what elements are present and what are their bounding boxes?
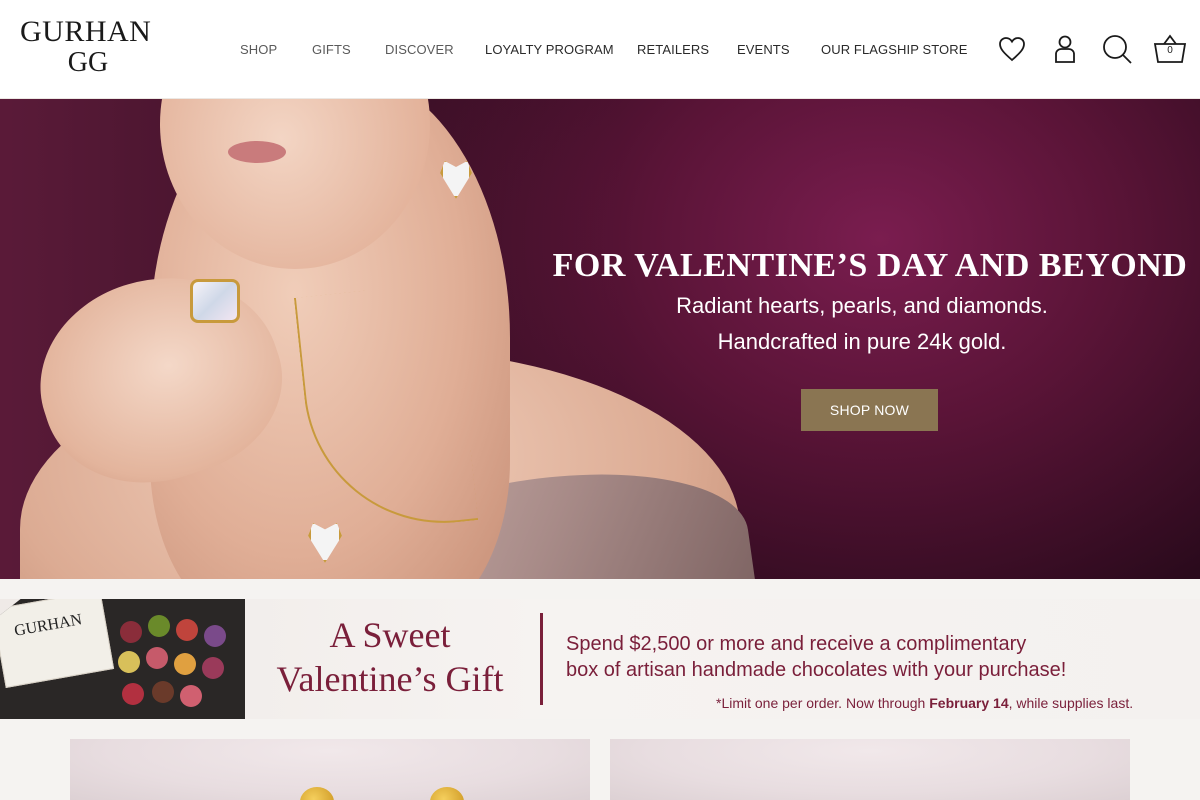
chocolate-piece (176, 619, 198, 641)
brand-logo[interactable]: GURHAN GG (20, 16, 170, 84)
product-card-earrings[interactable] (70, 739, 590, 800)
nav-item-gifts[interactable]: GIFTS (312, 42, 351, 57)
promo-fine-print: *Limit one per order. Now through Februa… (716, 695, 1133, 711)
chocolate-piece (202, 657, 224, 679)
promo-fine-print-date: February 14 (929, 695, 1009, 711)
wishlist-button[interactable] (994, 30, 1030, 68)
hero-subtitle-line1: Radiant hearts, pearls, and diamonds. (676, 293, 1048, 318)
product-card-second[interactable] (610, 739, 1130, 800)
promo-offer-line1: Spend $2,500 or more and receive a compl… (566, 633, 1027, 655)
shop-now-button[interactable]: SHOP NOW (801, 389, 938, 431)
promo-heading: A Sweet Valentine’s Gift (250, 613, 530, 701)
search-icon (1103, 35, 1132, 64)
nav-item-loyalty-program[interactable]: LOYALTY PROGRAM (485, 42, 614, 57)
promo-fine-print-suffix: , while supplies last. (1008, 695, 1134, 711)
hero-title: FOR VALENTINE’S DAY AND BEYOND (552, 247, 1188, 284)
chocolate-piece (174, 653, 196, 675)
chocolate-piece (148, 615, 170, 637)
promo-heading-line1: A Sweet (329, 615, 451, 655)
brand-wordmark: GURHAN (20, 15, 152, 48)
chocolate-piece (118, 651, 140, 673)
hero-subtitle-line2: Handcrafted in pure 24k gold. (717, 329, 1007, 354)
hero-model-lips (228, 141, 286, 163)
chocolate-piece (120, 621, 142, 643)
nav-item-discover[interactable]: DISCOVER (385, 42, 454, 57)
ring-jewel (190, 279, 240, 323)
site-header: GURHAN GG SHOP GIFTS DISCOVER LOYALTY PR… (0, 0, 1200, 99)
gold-earring-image (430, 787, 464, 800)
chocolate-box-lid (0, 599, 115, 688)
nav-item-flagship-store[interactable]: OUR FLAGSHIP STORE (821, 42, 968, 57)
nav-item-shop[interactable]: SHOP (240, 42, 277, 57)
chocolate-piece (204, 625, 226, 647)
chocolate-piece (146, 647, 168, 669)
nav-item-events[interactable]: EVENTS (737, 42, 790, 57)
hero-banner: FOR VALENTINE’S DAY AND BEYOND Radiant h… (0, 99, 1200, 579)
promo-offer-line2: box of artisan handmade chocolates with … (566, 659, 1067, 681)
search-button[interactable] (1099, 30, 1135, 68)
account-button[interactable] (1047, 30, 1083, 68)
gold-earring-image (300, 787, 334, 800)
cart-count-badge: 0 (1167, 45, 1173, 56)
brand-monogram: GG (67, 47, 109, 78)
chocolate-box-image: GURHAN (0, 599, 245, 719)
cart-button[interactable]: 0 (1152, 30, 1188, 68)
valentine-promo-banner[interactable]: GURHAN A Sweet Valentine’s Gift Spend $2… (0, 599, 1200, 719)
chocolate-piece (180, 685, 202, 707)
promo-heading-line2: Valentine’s Gift (276, 659, 504, 699)
chocolate-piece (152, 681, 174, 703)
user-icon (1055, 35, 1075, 63)
promo-divider (540, 613, 543, 705)
heart-icon (999, 37, 1025, 62)
nav-item-retailers[interactable]: RETAILERS (637, 42, 709, 57)
promo-fine-print-prefix: *Limit one per order. Now through (716, 695, 930, 711)
chocolate-piece (122, 683, 144, 705)
